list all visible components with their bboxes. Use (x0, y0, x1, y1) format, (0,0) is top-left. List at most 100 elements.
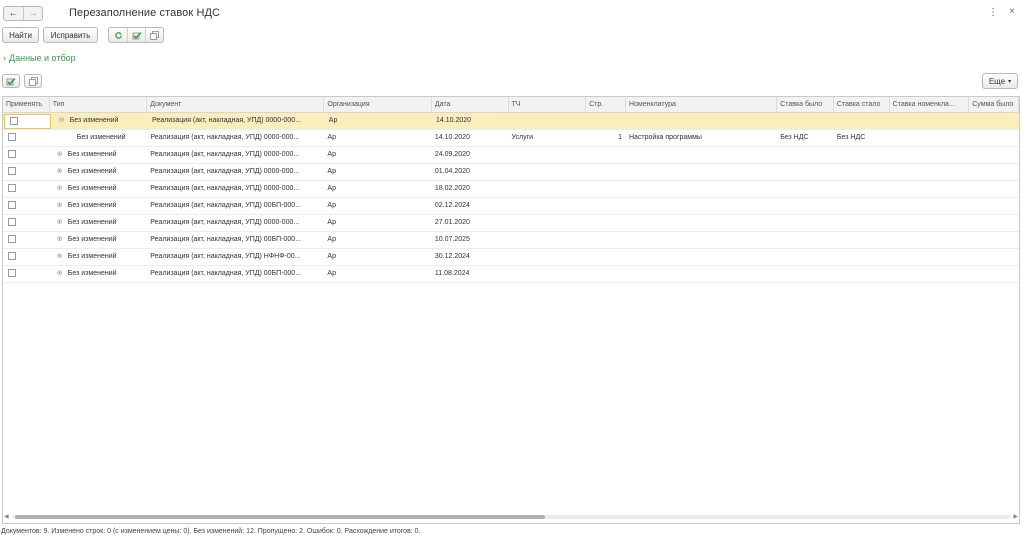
apply-checkbox[interactable] (8, 234, 16, 243)
expand-icon[interactable]: ⊕ (57, 215, 65, 231)
column-header-line[interactable]: Стр. (586, 97, 626, 113)
apply-cell (4, 114, 51, 129)
column-header-date[interactable]: Дата (432, 97, 509, 113)
line-cell (586, 164, 626, 181)
column-header-type[interactable]: Тип (50, 97, 148, 113)
type-text: Без изменений (67, 151, 117, 158)
more-vertical-icon[interactable]: ⋮ (988, 7, 998, 18)
document-cell: Реализация (акт, накладная, УПД) 0000-00… (150, 219, 300, 226)
rate-after-cell (834, 181, 890, 198)
grid-uncheck-all-button[interactable] (24, 74, 42, 88)
scroll-thumb[interactable] (15, 515, 545, 519)
organization-cell: Ар (327, 185, 336, 192)
expand-icon[interactable]: ⊕ (57, 266, 65, 282)
organization-cell: Ар (327, 151, 336, 158)
type-cell: ⊕ Без изменений (50, 147, 148, 164)
expand-icon[interactable]: ⊕ (57, 232, 65, 248)
scroll-right-icon[interactable]: ▶ (1013, 513, 1018, 520)
column-header-apply[interactable]: Применять (3, 97, 50, 113)
data-filter-toggle[interactable]: › Данные и отбор (3, 53, 76, 63)
column-header-nomenclature[interactable]: Номенклатура (626, 97, 778, 113)
tabular-section-cell (509, 198, 587, 215)
rate-before-cell (777, 147, 834, 164)
apply-checkbox[interactable] (8, 251, 16, 260)
check-all-button[interactable] (127, 28, 145, 42)
apply-cell (3, 266, 50, 283)
column-header-document[interactable]: Документ (147, 97, 325, 113)
apply-checkbox[interactable] (8, 200, 16, 209)
nomenclature-cell (626, 232, 777, 249)
expand-icon[interactable]: ⊕ (57, 147, 65, 163)
line-cell (586, 215, 626, 232)
apply-checkbox[interactable] (8, 183, 16, 192)
arrow-right-icon: → (28, 8, 38, 19)
close-icon[interactable]: × (1009, 6, 1015, 17)
sum-before-cell (969, 147, 1019, 164)
grid-check-all-button[interactable] (2, 74, 20, 88)
table-row[interactable]: Без изменений Реализация (акт, накладная… (3, 130, 1019, 147)
table-row[interactable]: ⊕ Без изменений Реализация (акт, накладна… (3, 181, 1019, 198)
apply-checkbox[interactable] (10, 116, 18, 125)
column-header-rate-after[interactable]: Ставка стало (834, 97, 890, 113)
type-text: Без изменений (67, 236, 117, 243)
date-cell: 02.12.2024 (434, 202, 470, 209)
refresh-button[interactable] (109, 28, 127, 42)
line-cell (587, 113, 627, 130)
column-header-sum-before[interactable]: Сумма было (969, 97, 1019, 113)
scroll-left-icon[interactable]: ◀ (4, 513, 9, 520)
table-row[interactable]: ⊕ Без изменений Реализация (акт, накладна… (3, 164, 1019, 181)
forward-button[interactable]: → (23, 7, 42, 20)
collapse-icon[interactable]: ⊖ (59, 113, 67, 129)
apply-checkbox[interactable] (8, 149, 16, 158)
date-cell: 14.10.2020 (436, 117, 472, 124)
date-cell: 18.02.2020 (434, 185, 470, 192)
column-header-organization[interactable]: Организация (324, 97, 432, 113)
apply-checkbox[interactable] (8, 166, 16, 175)
type-cell: ⊕ Без изменений (50, 181, 148, 198)
horizontal-scrollbar[interactable]: ◀ ▶ (2, 513, 1020, 521)
chevron-right-icon: › (3, 53, 6, 63)
organization-cell: Ар (327, 253, 336, 260)
table-row[interactable]: ⊕ Без изменений Реализация (акт, накладна… (3, 198, 1019, 215)
type-cell: ⊕ Без изменений (50, 215, 148, 232)
expand-icon[interactable]: ⊕ (57, 181, 65, 197)
apply-checkbox[interactable] (8, 217, 16, 226)
expand-icon[interactable]: ⊕ (57, 249, 65, 265)
column-header-tabular-section[interactable]: ТЧ (509, 97, 587, 113)
arrow-left-icon: ← (8, 8, 19, 19)
apply-cell (3, 198, 50, 215)
apply-checkbox[interactable] (8, 268, 16, 277)
rate-before-cell (777, 215, 834, 232)
table-row[interactable]: ⊕ Без изменений Реализация (акт, накладна… (3, 147, 1019, 164)
nomenclature-rate-cell (890, 266, 970, 283)
document-cell: Реализация (акт, накладная, УПД) НФНФ-00… (150, 253, 301, 260)
tabular-section-cell (510, 113, 587, 130)
line-cell (586, 198, 626, 215)
rate-before-cell (777, 232, 834, 249)
column-header-rate-before[interactable]: Ставка было (777, 97, 834, 113)
table-row[interactable]: ⊕ Без изменений Реализация (акт, накладна… (3, 266, 1019, 283)
table-row[interactable]: ⊕ Без изменений Реализация (акт, накладна… (3, 232, 1019, 249)
expand-icon[interactable]: ⊕ (57, 164, 65, 180)
more-actions-button[interactable]: Еще ▾ (982, 73, 1018, 89)
sum-before-cell (969, 266, 1019, 283)
table-row[interactable]: ⊖ Без изменений Реализация (акт, накладна… (3, 113, 1019, 130)
nomenclature-rate-cell (890, 113, 969, 130)
table-header: Применять Тип Документ Организация Дата … (3, 97, 1019, 113)
rate-after-cell (834, 266, 890, 283)
rate-before-cell: Без НДС (780, 134, 809, 141)
back-button[interactable]: ← (4, 7, 23, 20)
uncheck-all-button[interactable] (145, 28, 163, 42)
organization-cell: Ар (327, 236, 336, 243)
apply-checkbox[interactable] (8, 132, 16, 141)
type-cell: ⊖ Без изменений (52, 113, 149, 130)
find-button[interactable]: Найти (2, 27, 39, 43)
fix-button[interactable]: Исправить (43, 27, 98, 43)
column-header-nomenclature-rate[interactable]: Ставка номенкла... (890, 97, 970, 113)
table-row[interactable]: ⊕ Без изменений Реализация (акт, накладна… (3, 215, 1019, 232)
more-actions-label: Еще (988, 76, 1006, 86)
tabular-section-cell (509, 147, 587, 164)
table-row[interactable]: ⊕ Без изменений Реализация (акт, накладна… (3, 249, 1019, 266)
expand-icon[interactable]: ⊕ (57, 198, 65, 214)
rate-before-cell (777, 181, 834, 198)
